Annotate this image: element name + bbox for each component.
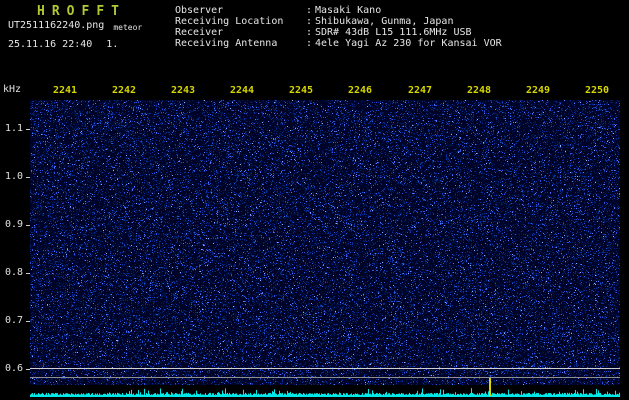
info-separator: : — [306, 16, 313, 27]
x-tick-label: 2248 — [466, 85, 492, 96]
x-tick-label: 2249 — [525, 85, 551, 96]
x-tick-label: 2247 — [407, 85, 433, 96]
info-label: Observer — [175, 5, 224, 16]
info-label: Receiving Location — [175, 16, 284, 27]
carrier-line-lower — [30, 377, 620, 378]
observation-mode: meteor — [113, 23, 143, 32]
x-tick-label: 2241 — [52, 85, 78, 96]
info-value: Shibukawa, Gunma, Japan — [315, 16, 454, 27]
info-value: SDR# 43dB L15 111.6MHz USB — [315, 27, 472, 38]
logo-letter: O — [66, 4, 75, 19]
time-marker — [489, 378, 491, 396]
capture-filename: UT2511162240.png — [8, 20, 105, 31]
station-info: Observer: Masaki Kano Receiving Location:… — [175, 5, 502, 49]
x-tick-label: 2243 — [170, 85, 196, 96]
x-tick-label: 2250 — [584, 85, 610, 96]
file-line: UT2511162240.png meteor — [8, 20, 143, 32]
y-tick-label: 0.6 — [4, 363, 23, 374]
y-tick-label: 1.0 — [4, 171, 23, 182]
info-separator: : — [306, 27, 313, 38]
info-value: 4ele Yagi Az 230 for Kansai VOR — [315, 38, 502, 49]
spectrogram-canvas — [30, 100, 620, 385]
timestamp: 25.11.16 22:40 — [8, 39, 93, 50]
y-axis-unit: kHz — [3, 84, 22, 95]
info-row-location: Receiving Location: Shibukawa, Gunma, Jap… — [175, 16, 502, 27]
page-number: 1. — [106, 39, 119, 50]
logo-letter: F — [96, 4, 105, 19]
logo-letter: R — [51, 4, 60, 19]
info-label: Receiver — [175, 27, 224, 38]
y-tick-label: 0.7 — [4, 315, 23, 326]
logo-letter: T — [111, 4, 119, 19]
x-tick-label: 2246 — [347, 85, 373, 96]
info-separator: : — [306, 5, 313, 16]
signal-level-canvas — [30, 385, 620, 400]
app-logo: HROFFT — [37, 4, 126, 19]
y-tick-label: 0.9 — [4, 219, 23, 230]
info-separator: : — [306, 38, 313, 49]
carrier-line-upper — [30, 368, 620, 369]
info-row-observer: Observer: Masaki Kano — [175, 5, 502, 16]
y-tick-label: 0.8 — [4, 267, 23, 278]
info-label: Receiving Antenna — [175, 38, 278, 49]
x-tick-label: 2242 — [111, 85, 137, 96]
hrofft-screen: HROFFT UT2511162240.png meteor 25.11.16 2… — [0, 0, 629, 400]
date-line: 25.11.16 22:40 1. — [8, 39, 118, 50]
logo-letter: H — [37, 4, 45, 19]
info-row-receiver: Receiver: SDR# 43dB L15 111.6MHz USB — [175, 27, 502, 38]
logo-letter: F — [81, 4, 90, 19]
x-tick-label: 2245 — [288, 85, 314, 96]
x-tick-label: 2244 — [229, 85, 255, 96]
info-row-antenna: Receiving Antenna:4ele Yagi Az 230 for K… — [175, 38, 502, 49]
info-value: Masaki Kano — [315, 5, 382, 16]
y-tick-label: 1.1 — [4, 123, 23, 134]
